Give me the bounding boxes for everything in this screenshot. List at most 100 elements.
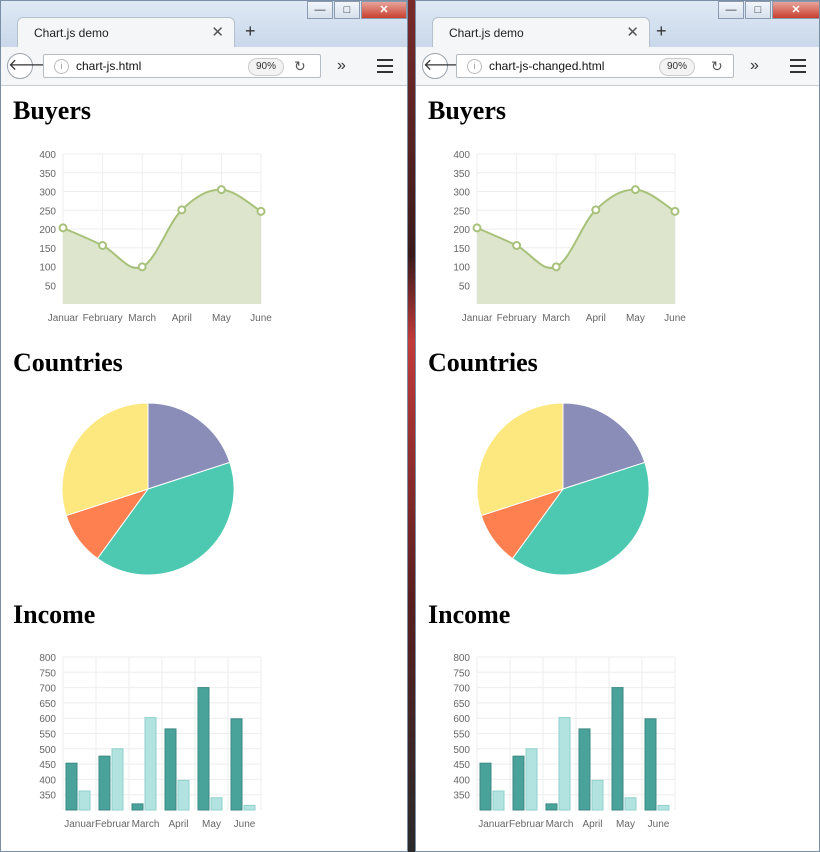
bar-y-tick-label: 400 xyxy=(453,775,470,786)
overflow-chevron-icon[interactable]: » xyxy=(337,57,346,75)
minimize-window-button[interactable]: — xyxy=(307,1,333,19)
bar-series-1[interactable] xyxy=(230,718,243,811)
minimize-window-button[interactable]: — xyxy=(718,1,744,19)
reload-icon[interactable]: ↻ xyxy=(711,58,723,75)
line-data-point[interactable] xyxy=(472,223,482,233)
hamburger-menu-icon[interactable] xyxy=(790,59,806,73)
navigation-bar: 🡐 i chart-js.html 90% ↻ » xyxy=(1,47,407,86)
bar-series-1[interactable] xyxy=(98,755,111,811)
close-tab-icon[interactable]: ✕ xyxy=(211,23,224,41)
back-arrow-icon[interactable]: 🡐 xyxy=(7,53,51,79)
bar-y-tick-label: 500 xyxy=(39,745,56,756)
line-data-point[interactable] xyxy=(216,185,226,195)
bar-series-1[interactable] xyxy=(644,718,657,811)
url-bar[interactable]: i chart-js-changed.html 90% ↻ xyxy=(456,54,734,78)
income-heading: Income xyxy=(13,600,96,629)
reload-icon[interactable]: ↻ xyxy=(294,58,306,75)
url-text: chart-js-changed.html xyxy=(489,59,605,73)
bar-y-tick-label: 400 xyxy=(39,775,56,786)
overflow-chevron-icon[interactable]: » xyxy=(750,57,759,75)
info-icon[interactable]: i xyxy=(467,59,482,74)
line-data-point[interactable] xyxy=(591,205,601,215)
bar-series-1[interactable] xyxy=(545,803,558,811)
bar-series-2[interactable] xyxy=(525,748,538,811)
bar-series-1[interactable] xyxy=(611,687,624,811)
bar-y-tick-label: 800 xyxy=(453,653,470,664)
line-data-point[interactable] xyxy=(98,241,108,250)
bar-x-tick-label: May xyxy=(202,819,221,830)
line-data-point[interactable] xyxy=(670,206,680,216)
bar-series-2[interactable] xyxy=(210,797,223,811)
bar-series-2[interactable] xyxy=(558,717,571,811)
bar-y-tick-label: 550 xyxy=(39,730,56,741)
line-y-tick-label: 250 xyxy=(39,206,56,217)
zoom-level-button[interactable]: 90% xyxy=(659,58,696,76)
bar-series-1[interactable] xyxy=(479,762,492,811)
line-y-tick-label: 50 xyxy=(45,281,57,292)
bar-series-2[interactable] xyxy=(591,779,604,811)
bar-series-1[interactable] xyxy=(578,728,591,811)
line-x-tick-label: April xyxy=(172,313,192,324)
bar-series-1[interactable] xyxy=(65,762,78,811)
bar-x-tick-label: June xyxy=(648,819,670,830)
maximize-window-button[interactable]: □ xyxy=(334,1,360,19)
line-data-point[interactable] xyxy=(630,185,640,195)
bar-series-1[interactable] xyxy=(164,728,177,811)
bar-series-2[interactable] xyxy=(243,804,256,811)
bar-series-2[interactable] xyxy=(177,779,190,811)
url-bar[interactable]: i chart-js.html 90% ↻ xyxy=(43,54,321,78)
navigation-bar: 🡐 i chart-js-changed.html 90% ↻ » xyxy=(416,47,819,86)
line-data-point[interactable] xyxy=(512,241,522,250)
bar-y-tick-label: 450 xyxy=(39,760,56,771)
line-x-tick-label: May xyxy=(626,313,645,324)
bar-y-tick-label: 650 xyxy=(39,699,56,710)
bar-series-1[interactable] xyxy=(131,803,144,811)
line-data-point[interactable] xyxy=(256,206,266,216)
bar-y-tick-label: 800 xyxy=(39,653,56,664)
new-tab-icon[interactable]: + xyxy=(245,21,256,42)
close-window-button[interactable]: ✕ xyxy=(361,1,407,19)
bar-x-tick-label: April xyxy=(168,819,188,830)
zoom-level-button[interactable]: 90% xyxy=(248,58,285,76)
bar-x-tick-label: March xyxy=(132,819,160,830)
browser-tab[interactable]: Chart.js demo ✕ xyxy=(17,17,235,47)
close-window-button[interactable]: ✕ xyxy=(772,1,819,19)
line-data-point[interactable] xyxy=(58,223,68,233)
title-bar: Chart.js demo ✕ + — □ ✕ xyxy=(416,1,819,47)
line-area-fill xyxy=(63,189,261,304)
hamburger-menu-icon[interactable] xyxy=(377,59,393,73)
line-y-tick-label: 350 xyxy=(39,169,56,180)
buyers-line-chart: 50 100 150 200 250 300 350 400 Januar February Mar… xyxy=(39,150,272,324)
maximize-window-button[interactable]: □ xyxy=(745,1,771,19)
bar-series-2[interactable] xyxy=(657,804,670,811)
line-y-tick-label: 150 xyxy=(453,244,470,255)
bar-series-2[interactable] xyxy=(78,790,91,811)
bar-x-tick-label: Januar xyxy=(64,819,95,830)
bar-x-tick-label: Februar xyxy=(95,819,131,830)
url-text: chart-js.html xyxy=(76,59,142,73)
new-tab-icon[interactable]: + xyxy=(656,21,667,42)
bar-series-2[interactable] xyxy=(624,797,637,811)
line-x-tick-label: Januar xyxy=(462,313,493,324)
line-data-point[interactable] xyxy=(177,205,187,215)
bar-series-2[interactable] xyxy=(492,790,505,811)
bar-series-1[interactable] xyxy=(197,687,210,811)
bar-series-2[interactable] xyxy=(144,717,157,811)
browser-tab[interactable]: Chart.js demo ✕ xyxy=(432,17,650,47)
line-x-tick-label: March xyxy=(128,313,156,324)
line-data-point[interactable] xyxy=(551,262,561,272)
bar-series-1[interactable] xyxy=(512,755,525,811)
line-data-point[interactable] xyxy=(137,262,147,272)
back-arrow-icon[interactable]: 🡐 xyxy=(422,53,466,79)
info-icon[interactable]: i xyxy=(54,59,69,74)
line-x-tick-label: February xyxy=(497,313,537,324)
bar-series-2[interactable] xyxy=(111,748,124,811)
income-bar-chart: 350 400 450 500 550 600 650 700 750 800 Januar Febr… xyxy=(453,653,676,830)
line-y-tick-label: 100 xyxy=(39,263,56,274)
page-content: Buyers 50 100 150 200 250 300 350 400 Januar Febr… xyxy=(416,86,819,851)
close-tab-icon[interactable]: ✕ xyxy=(626,23,639,41)
line-y-tick-label: 50 xyxy=(459,281,471,292)
bar-y-tick-label: 600 xyxy=(39,714,56,725)
line-y-tick-label: 350 xyxy=(453,169,470,180)
bar-x-tick-label: Januar xyxy=(478,819,509,830)
